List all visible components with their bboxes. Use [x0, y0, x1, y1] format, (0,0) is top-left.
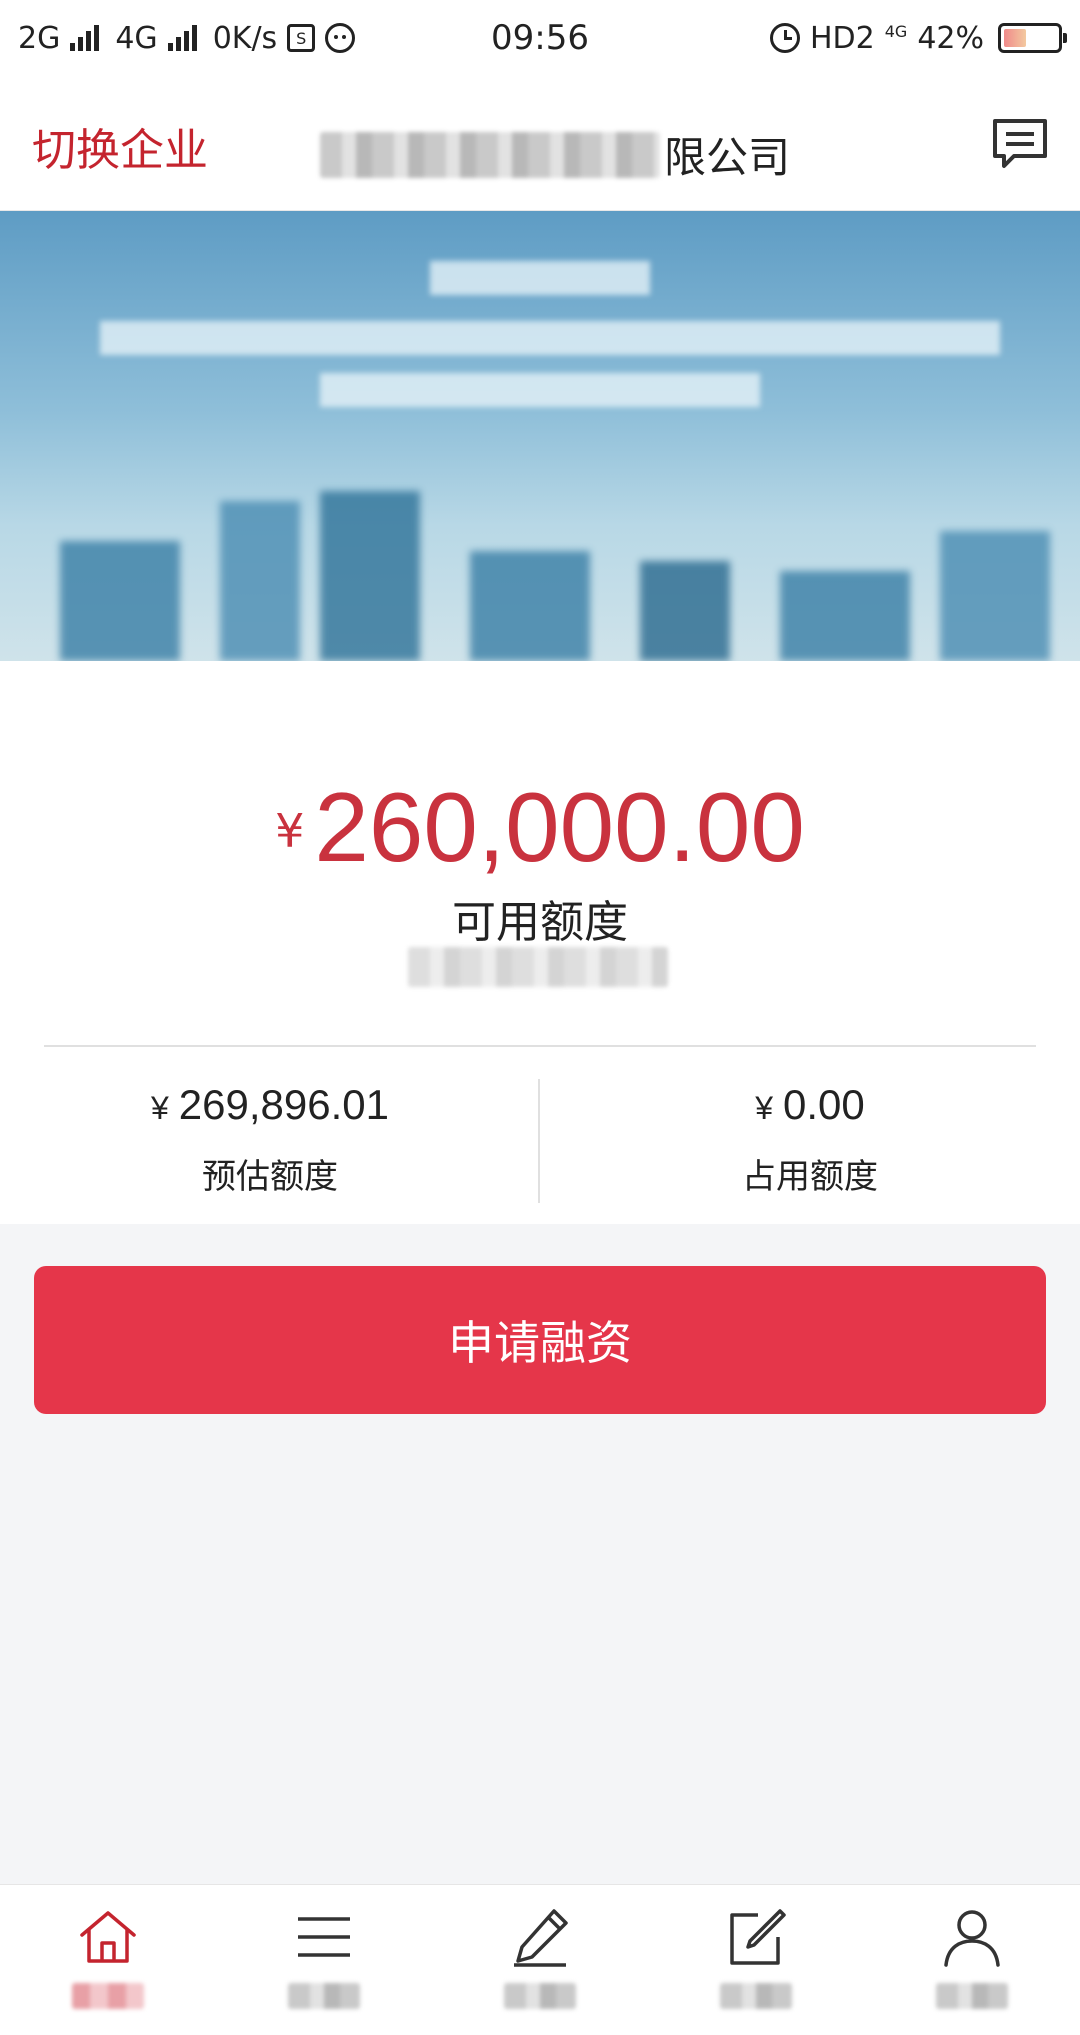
network-type-2g: 2G [18, 20, 61, 56]
menu-icon [298, 1917, 350, 1957]
occupied-label: 占用额度 [742, 1157, 878, 1197]
estimated-label: 预估额度 [202, 1157, 338, 1197]
signal-icon [70, 25, 100, 51]
chat-face-icon [325, 23, 356, 53]
edit-square-icon [730, 1909, 786, 1965]
nav-item-profile[interactable] [864, 1885, 1080, 2035]
lte-indicator: 4G [884, 22, 908, 41]
signal-icon [167, 25, 197, 51]
occupied-amount: 0.00 [783, 1081, 865, 1128]
network-speed: 0K/s [212, 20, 278, 56]
status-right: HD2 4G 42% [769, 20, 1067, 56]
nav-item-write[interactable] [432, 1885, 648, 2035]
battery-fill [1004, 29, 1026, 47]
occupied-amount-row: ¥0.00 [540, 1081, 1080, 1129]
banner-text-redacted [100, 321, 1000, 355]
home-icon [80, 1911, 136, 1963]
nav-item-menu[interactable] [216, 1885, 432, 2035]
nav-item-home[interactable] [0, 1885, 216, 2035]
credit-summary: ¥260,000.00 可用额度 ¥269,896.01 预估额度 ¥0.00 … [0, 661, 1080, 1224]
currency-symbol: ¥ [755, 1090, 774, 1126]
estimated-credit: ¥269,896.01 预估额度 [0, 1081, 540, 1198]
available-amount: 260,000.00 [314, 772, 805, 882]
pencil-icon [514, 1909, 568, 1967]
company-name-suffix: 限公司 [664, 133, 791, 182]
banner-skyline [640, 561, 730, 661]
company-name-redacted [320, 131, 660, 178]
switch-enterprise-button[interactable]: 切换企业 [32, 114, 208, 178]
banner-skyline [320, 491, 420, 661]
network-type-4g: 4G [115, 20, 158, 56]
divider [44, 1045, 1036, 1047]
banner-skyline [60, 541, 180, 661]
nav-label-redacted [72, 1983, 144, 2009]
app-header: 切换企业 限公司 [0, 76, 1080, 211]
hd-indicator: HD2 [809, 20, 875, 56]
apply-financing-button[interactable]: 申请融资 [34, 1266, 1046, 1414]
message-icon[interactable] [990, 116, 1050, 172]
battery-icon [998, 23, 1067, 53]
nav-label-redacted [288, 1983, 360, 2009]
estimated-amount: 269,896.01 [178, 1081, 389, 1128]
battery-percent: 42% [917, 20, 984, 56]
banner-text-redacted [430, 261, 650, 295]
company-name: 限公司 [320, 124, 790, 185]
estimated-amount-row: ¥269,896.01 [0, 1081, 540, 1129]
banner-skyline [940, 531, 1050, 661]
user-icon [944, 1910, 1000, 1967]
credit-subtext-redacted [408, 947, 668, 987]
banner-skyline [780, 571, 910, 661]
nav-label-redacted [504, 1983, 576, 2009]
currency-symbol: ¥ [275, 804, 305, 858]
notification-box-icon: S [287, 24, 316, 52]
nav-item-edit[interactable] [648, 1885, 864, 2035]
banner-skyline [220, 501, 300, 661]
status-bar: 2G 4G 0K/s S 09:56 HD2 4G 42% [0, 0, 1080, 76]
promo-banner[interactable] [0, 211, 1080, 661]
nav-label-redacted [720, 1983, 792, 2009]
banner-text-redacted [320, 373, 760, 407]
nav-label-redacted [936, 1983, 1008, 2009]
alarm-icon [769, 23, 800, 53]
available-credit: ¥260,000.00 [0, 771, 1080, 884]
occupied-credit: ¥0.00 占用额度 [540, 1081, 1080, 1198]
status-left: 2G 4G 0K/s S [18, 20, 356, 56]
currency-symbol: ¥ [150, 1090, 169, 1126]
bottom-nav [0, 1884, 1080, 2035]
available-label: 可用额度 [452, 897, 628, 948]
banner-skyline [470, 551, 590, 661]
